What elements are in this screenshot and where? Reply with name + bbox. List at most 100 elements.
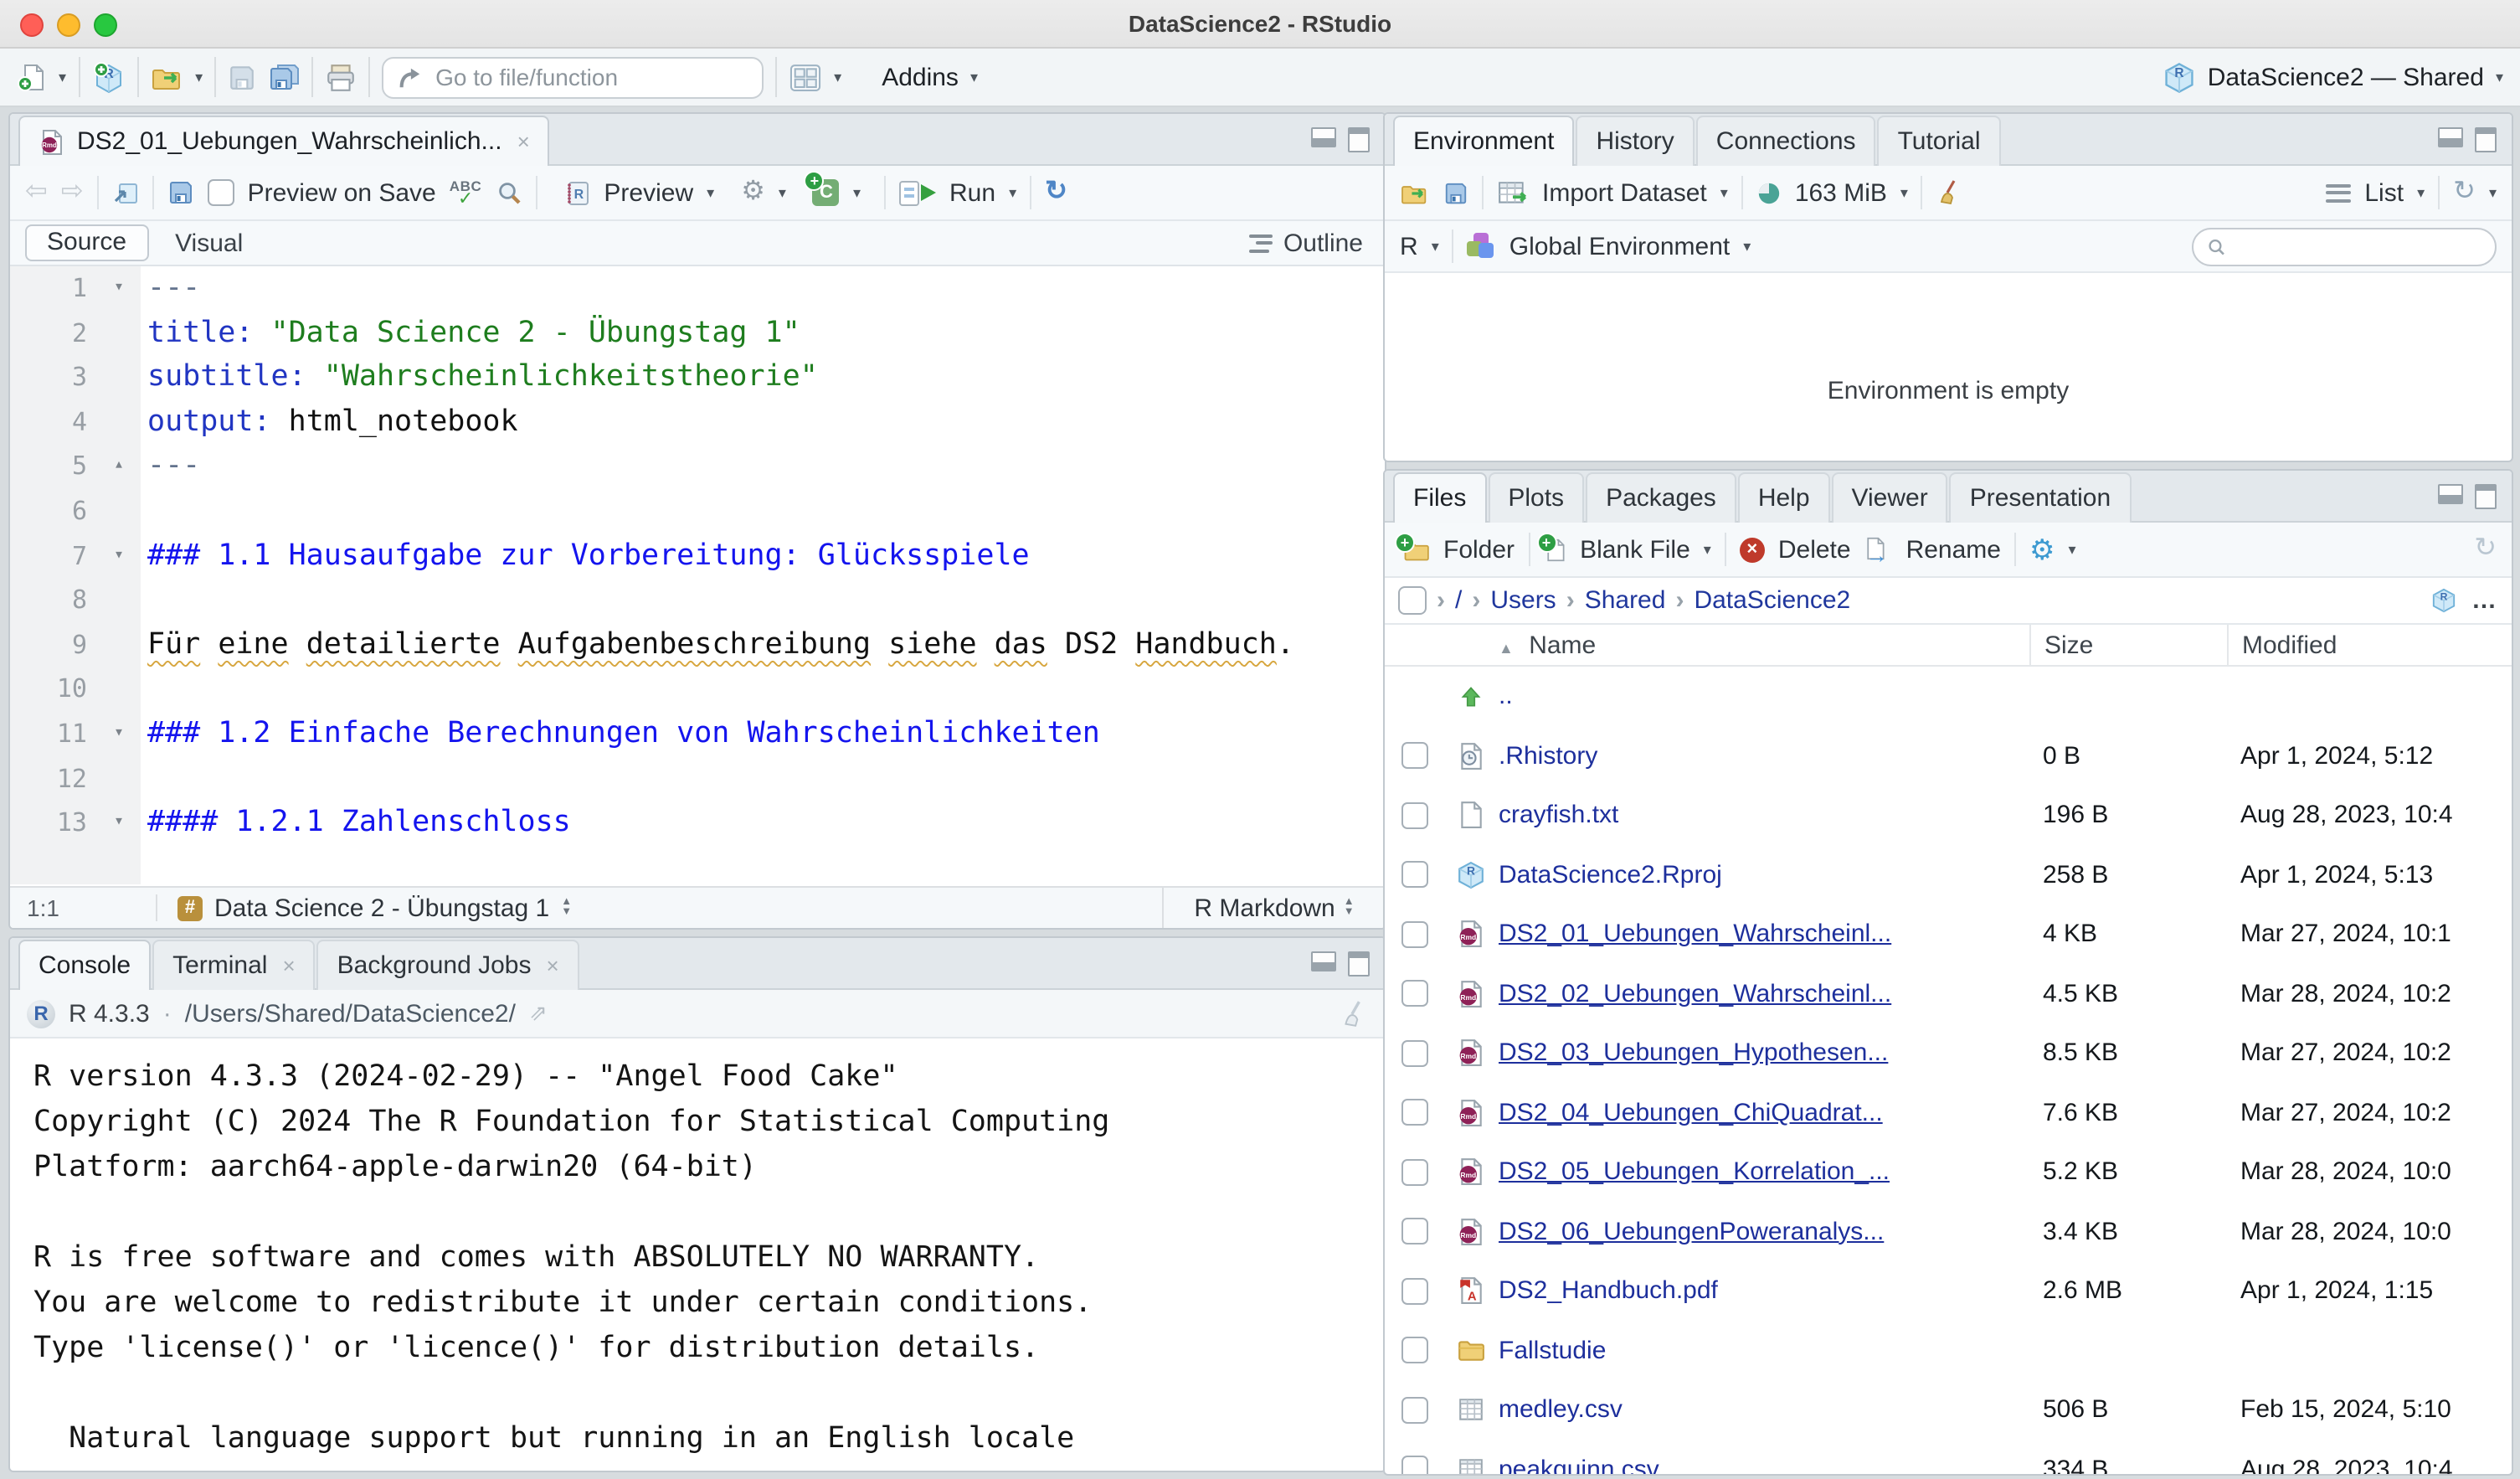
list-view-button[interactable]: List — [2364, 178, 2404, 207]
find-replace-icon[interactable] — [495, 179, 522, 206]
more-dropdown-icon[interactable]: ▾ — [2068, 542, 2075, 557]
row-checkbox[interactable] — [1401, 1456, 1428, 1476]
row-checkbox[interactable] — [1401, 981, 1428, 1007]
maximize-pane-icon[interactable] — [2475, 484, 2497, 509]
column-header-modified[interactable]: Modified — [2227, 625, 2512, 665]
breadcrumb-item[interactable]: DataScience2 — [1694, 586, 1850, 615]
run-button[interactable]: Run — [949, 178, 995, 207]
file-row[interactable]: RmdDS2_04_Uebungen_ChiQuadrat...7.6 KBMa… — [1385, 1083, 2512, 1142]
code-line[interactable]: 13▾#### 1.2.1 Zahlenschloss — [10, 801, 1385, 845]
file-row[interactable]: RmdDS2_01_Uebungen_Wahrscheinl...4 KBMar… — [1385, 904, 2512, 964]
delete-file-icon[interactable]: × — [1740, 537, 1765, 562]
file-row[interactable]: Fallstudie — [1385, 1321, 2512, 1380]
file-link[interactable]: Fallstudie — [1499, 1337, 1606, 1365]
forward-icon[interactable]: ⇨ — [61, 179, 84, 206]
file-link[interactable]: DataScience2.Rproj — [1499, 861, 1722, 889]
mode-source-button[interactable]: Source — [25, 224, 148, 261]
file-link[interactable]: crayfish.txt — [1499, 801, 1618, 830]
popout-window-icon[interactable] — [112, 179, 139, 206]
code-line[interactable]: 6 — [10, 489, 1385, 533]
save-icon[interactable] — [228, 63, 256, 91]
fold-arrow-icon[interactable]: ▴ — [97, 445, 141, 489]
file-row[interactable]: RDataScience2.Rproj258 BApr 1, 2024, 5:1… — [1385, 845, 2512, 904]
file-link[interactable]: DS2_01_Uebungen_Wahrscheinl... — [1499, 920, 1891, 949]
language-selector[interactable]: R — [1400, 232, 1418, 260]
select-all-checkbox[interactable] — [1398, 586, 1427, 615]
blank-file-dropdown-icon[interactable]: ▾ — [1704, 542, 1711, 557]
project-selector[interactable]: R DataScience2 — Shared ▾ — [2164, 61, 2503, 93]
preview-button[interactable]: Preview — [604, 178, 693, 207]
breadcrumb-item[interactable]: / — [1455, 586, 1462, 615]
back-icon[interactable]: ⇦ — [25, 179, 48, 206]
save-all-icon[interactable] — [268, 62, 300, 92]
new-blank-file-icon[interactable]: + — [1543, 537, 1566, 562]
code-line[interactable]: 9Für eine detailierte Aufgabenbeschreibu… — [10, 623, 1385, 667]
maximize-pane-icon[interactable] — [1348, 951, 1370, 977]
scope-dropdown-icon[interactable]: ▾ — [1743, 239, 1751, 254]
tab-tutorial[interactable]: Tutorial — [1878, 116, 2001, 166]
new-folder-button[interactable]: Folder — [1443, 535, 1515, 564]
row-checkbox[interactable] — [1401, 921, 1428, 948]
delete-button[interactable]: Delete — [1778, 535, 1851, 564]
panes-dropdown-icon[interactable]: ▾ — [834, 70, 841, 85]
code-line[interactable]: 4output: html_notebook — [10, 400, 1385, 445]
more-file-commands-icon[interactable]: ⚙ — [2029, 535, 2055, 564]
tab-connections[interactable]: Connections — [1696, 116, 1876, 166]
refresh-environment-icon[interactable]: ↻ — [2453, 179, 2476, 206]
tab-help[interactable]: Help — [1738, 472, 1830, 523]
file-type-selector[interactable]: R Markdown ▲▼ — [1162, 888, 1385, 928]
environment-search-input[interactable] — [2235, 232, 2481, 260]
file-link[interactable]: .. — [1499, 683, 1513, 711]
editor-tab-ds2-01[interactable]: Rmd DS2_01_Uebungen_Wahrscheinlich... × — [18, 116, 550, 166]
minimize-pane-icon[interactable] — [1311, 127, 1336, 147]
goto-file-input[interactable] — [432, 62, 748, 92]
preview-notebook-icon[interactable]: R — [563, 178, 590, 207]
code-line[interactable]: 10 — [10, 667, 1385, 712]
code-line[interactable]: 11▾### 1.2 Einfache Berechnungen von Wah… — [10, 712, 1385, 756]
row-checkbox[interactable] — [1401, 802, 1428, 829]
row-checkbox[interactable] — [1401, 862, 1428, 889]
column-header-name[interactable]: ▲ Name — [1495, 631, 2029, 659]
code-line[interactable]: 2title: "Data Science 2 - Übungstag 1" — [10, 311, 1385, 355]
clear-console-icon[interactable] — [1340, 999, 1368, 1028]
import-dataset-button[interactable]: Import Dataset — [1542, 178, 1707, 207]
tab-packages[interactable]: Packages — [1586, 472, 1736, 523]
tab-files[interactable]: Files — [1393, 472, 1486, 523]
code-editor[interactable]: 1▾---2title: "Data Science 2 - Übungstag… — [10, 266, 1385, 884]
tab-terminal[interactable]: Terminal× — [152, 940, 316, 990]
file-row[interactable]: RmdDS2_03_Uebungen_Hypothesen...8.5 KBMa… — [1385, 1023, 2512, 1083]
code-line[interactable]: 3subtitle: "Wahrscheinlichkeitstheorie" — [10, 355, 1385, 399]
new-folder-icon[interactable]: + — [1400, 537, 1430, 562]
new-file-icon[interactable] — [17, 62, 47, 92]
insert-chunk-icon[interactable]: C+ — [813, 179, 840, 206]
close-tab-icon[interactable]: × — [546, 953, 558, 978]
output-options-dropdown-icon[interactable]: ▾ — [779, 185, 786, 200]
preview-on-save-checkbox[interactable] — [208, 179, 234, 206]
tab-console[interactable]: Console — [18, 940, 151, 990]
maximize-pane-icon[interactable] — [2475, 127, 2497, 152]
open-recent-dropdown-icon[interactable]: ▾ — [195, 70, 203, 85]
file-row[interactable]: ADS2_Handbuch.pdf2.6 MBApr 1, 2024, 1:15 — [1385, 1261, 2512, 1321]
import-dataset-icon[interactable] — [1497, 178, 1529, 207]
addins-dropdown-icon[interactable]: ▾ — [970, 70, 978, 85]
section-navigator[interactable]: Data Science 2 - Übungstag 1 — [214, 894, 549, 922]
file-link[interactable]: DS2_02_Uebungen_Wahrscheinl... — [1499, 980, 1891, 1008]
tab-viewer[interactable]: Viewer — [1832, 472, 1948, 523]
memory-dropdown-icon[interactable]: ▾ — [1900, 185, 1908, 200]
row-checkbox[interactable] — [1401, 1397, 1428, 1424]
new-project-icon[interactable]: R — [91, 60, 125, 94]
breadcrumb-item[interactable]: Users — [1490, 586, 1556, 615]
spellcheck-icon[interactable]: ABC✓ — [450, 178, 482, 207]
save-document-icon[interactable] — [167, 179, 194, 206]
file-link[interactable]: .Rhistory — [1499, 742, 1597, 770]
code-line[interactable]: 1▾--- — [10, 266, 1385, 311]
tab-presentation[interactable]: Presentation — [1950, 472, 2131, 523]
run-icon[interactable] — [899, 180, 936, 205]
console-body[interactable]: R version 4.3.3 (2024-02-29) -- "Angel F… — [10, 1038, 1385, 1462]
refresh-files-icon[interactable]: ↻ — [2474, 536, 2497, 563]
minimize-pane-icon[interactable] — [2438, 127, 2463, 147]
open-directory-icon[interactable]: ⇗ — [529, 1000, 548, 1027]
mode-visual-button[interactable]: Visual — [175, 229, 243, 257]
print-icon[interactable] — [325, 63, 357, 91]
minimize-pane-icon[interactable] — [1311, 951, 1336, 971]
